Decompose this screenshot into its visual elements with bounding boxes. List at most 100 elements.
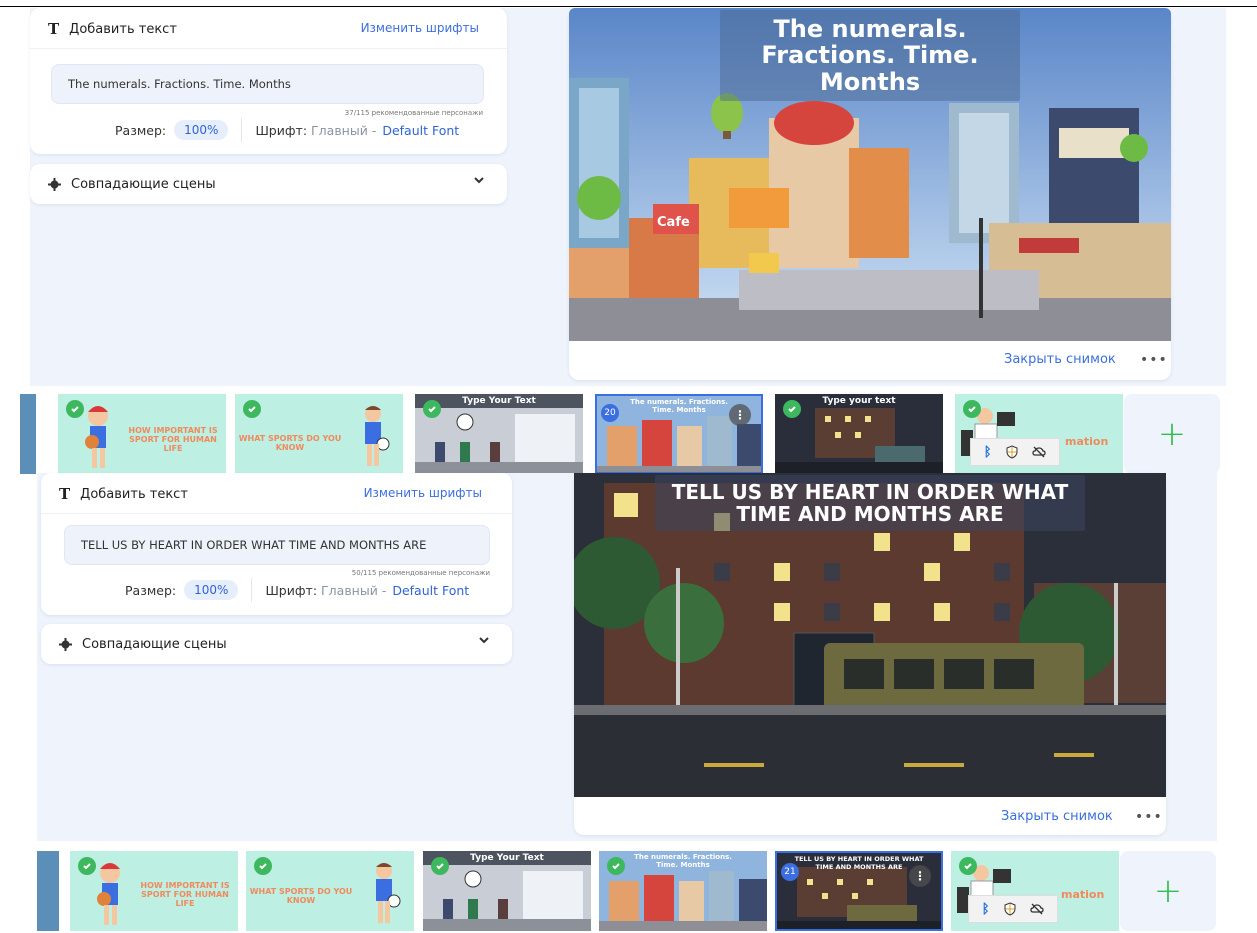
check-icon bbox=[423, 400, 441, 418]
scene-strip-1: HOW IMPORTANT IS SPORT FOR HUMAN LIFE WH… bbox=[20, 394, 1226, 474]
scene-thumb-numerals[interactable]: The numerals. Fractions. Time. Months bbox=[599, 851, 767, 931]
boy-with-ball-figure bbox=[376, 863, 401, 923]
preview-card: TELL US BY HEART IN ORDER WHAT TIME AND … bbox=[574, 473, 1166, 835]
add-scene-button[interactable]: + bbox=[1120, 851, 1216, 931]
bluetooth-icon[interactable]: ᛒ bbox=[982, 902, 990, 917]
scene-menu-button[interactable]: ⋮ bbox=[909, 865, 931, 887]
divider bbox=[41, 513, 512, 514]
matching-scenes-title: Совпадающие сцены bbox=[82, 637, 227, 652]
system-tray-popup: ᛒ bbox=[970, 438, 1060, 466]
scene-thumb-office[interactable]: Type Your Text bbox=[423, 851, 591, 931]
add-text-title: Добавить текст bbox=[69, 21, 177, 37]
size-value-button[interactable]: 100% bbox=[174, 120, 229, 140]
size-value-button[interactable]: 100% bbox=[184, 580, 239, 600]
scene-thumb-text: mation bbox=[1061, 888, 1105, 901]
scene-menu-button[interactable]: ⋮ bbox=[729, 404, 751, 426]
add-text-header: T Добавить текст bbox=[59, 485, 188, 503]
font-select[interactable]: Default Font bbox=[382, 123, 459, 138]
check-icon bbox=[607, 857, 625, 875]
change-fonts-link[interactable]: Изменить шрифты bbox=[361, 21, 479, 35]
matching-scenes-header: Совпадающие сцены bbox=[48, 177, 216, 192]
top-border bbox=[0, 6, 1257, 7]
font-select[interactable]: Default Font bbox=[392, 583, 469, 598]
shield-icon[interactable] bbox=[1003, 902, 1017, 916]
matching-scenes-header: Совпадающие сцены bbox=[59, 637, 227, 652]
more-options-button[interactable]: ••• bbox=[1140, 352, 1168, 368]
scene-thumb-sport-life[interactable]: HOW IMPORTANT IS SPORT FOR HUMAN LIFE bbox=[58, 394, 226, 474]
bluetooth-icon[interactable]: ᛒ bbox=[984, 445, 992, 460]
check-icon bbox=[66, 400, 84, 418]
add-text-header: T Добавить текст bbox=[48, 20, 177, 38]
scene-thumb-night-street[interactable]: Type your text bbox=[775, 394, 943, 474]
scene-text-input[interactable]: The numerals. Fractions. Time. Months bbox=[51, 64, 484, 104]
char-counter: 37/115 рекомендованные персонажи bbox=[344, 109, 483, 117]
more-options-button[interactable]: ••• bbox=[1135, 809, 1163, 825]
scene-number-badge: 20 bbox=[601, 404, 619, 422]
check-icon bbox=[254, 857, 272, 875]
check-icon bbox=[963, 400, 981, 418]
close-snapshot-button[interactable]: Закрыть снимок bbox=[1001, 809, 1113, 824]
font-settings-row: Размер: 100% Шрифт: Главный - Default Fo… bbox=[125, 578, 469, 602]
change-fonts-link[interactable]: Изменить шрифты bbox=[364, 486, 482, 500]
matching-scenes-title: Совпадающие сцены bbox=[71, 177, 216, 192]
scene-thumb-office[interactable]: Type Your Text bbox=[415, 394, 583, 474]
size-label: Размер: bbox=[125, 582, 177, 598]
matching-scenes-panel[interactable]: Совпадающие сцены bbox=[30, 164, 507, 204]
scene-editor-2: T Добавить текст Изменить шрифты TELL US… bbox=[37, 473, 1217, 841]
font-label: Шрифт: bbox=[265, 582, 318, 598]
scenes-icon bbox=[48, 178, 61, 191]
shield-icon[interactable] bbox=[1005, 445, 1019, 459]
scene-preview-image[interactable]: Cafe The numerals. Fractions. Time. Mont… bbox=[569, 8, 1171, 341]
cloud-offline-icon[interactable] bbox=[1030, 902, 1044, 916]
plus-icon: + bbox=[1157, 414, 1187, 454]
scene-thumb-text: HOW IMPORTANT IS SPORT FOR HUMAN LIFE bbox=[128, 426, 218, 454]
font-settings-row: Размер: 100% Шрифт: Главный - Default Fo… bbox=[115, 118, 459, 142]
font-main-label: Главный - bbox=[321, 582, 387, 598]
scene-thumb-partial[interactable] bbox=[20, 394, 36, 474]
scene-thumb-sports-know[interactable]: WHAT SPORTS DO YOU KNOW bbox=[235, 394, 403, 474]
text-icon: T bbox=[59, 485, 71, 503]
chevron-down-icon[interactable] bbox=[473, 174, 485, 186]
text-icon: T bbox=[48, 20, 60, 38]
chevron-down-icon[interactable] bbox=[478, 634, 490, 646]
scene-text-input[interactable]: TELL US BY HEART IN ORDER WHAT TIME AND … bbox=[64, 525, 490, 565]
scene-preview-image[interactable]: TELL US BY HEART IN ORDER WHAT TIME AND … bbox=[574, 473, 1166, 797]
scene-thumb-text: HOW IMPORTANT IS SPORT FOR HUMAN LIFE bbox=[140, 881, 230, 909]
scene-thumb-numerals-selected[interactable]: 20 The numerals. Fractions. Time. Months… bbox=[595, 394, 763, 474]
preview-card: Cafe The numerals. Fractions. Time. Mont… bbox=[569, 8, 1171, 380]
separator bbox=[251, 578, 253, 602]
preview-caption[interactable]: TELL US BY HEART IN ORDER WHAT TIME AND … bbox=[655, 475, 1085, 531]
add-scene-button[interactable]: + bbox=[1124, 394, 1220, 474]
scene-thumb-text: mation bbox=[1065, 435, 1109, 448]
system-tray-popup: ᛒ bbox=[968, 895, 1058, 923]
scene-thumb-sports-know[interactable]: WHAT SPORTS DO YOU KNOW bbox=[246, 851, 414, 931]
scene-number-badge: 21 bbox=[781, 863, 799, 881]
font-main-label: Главный - bbox=[311, 122, 377, 138]
check-icon bbox=[959, 857, 977, 875]
cloud-offline-icon[interactable] bbox=[1032, 445, 1046, 459]
scene-thumb-text: WHAT SPORTS DO YOU KNOW bbox=[238, 434, 342, 453]
scene-thumb-partial[interactable] bbox=[37, 851, 59, 931]
check-icon bbox=[78, 857, 96, 875]
separator bbox=[241, 118, 243, 142]
scene-thumb-sport-life[interactable]: HOW IMPORTANT IS SPORT FOR HUMAN LIFE bbox=[70, 851, 238, 931]
preview-caption[interactable]: The numerals. Fractions. Time. Months bbox=[720, 10, 1020, 102]
check-icon bbox=[431, 857, 449, 875]
scenes-icon bbox=[59, 638, 72, 651]
divider bbox=[30, 48, 507, 49]
add-text-panel: T Добавить текст Изменить шрифты The num… bbox=[30, 8, 507, 154]
scene-thumb-tell-us-selected[interactable]: 21 TELL US BY HEART IN ORDER WHAT TIME A… bbox=[775, 851, 943, 931]
scene-strip-2: HOW IMPORTANT IS SPORT FOR HUMAN LIFE WH… bbox=[30, 851, 1226, 931]
scene-thumb-text: WHAT SPORTS DO YOU KNOW bbox=[249, 887, 353, 906]
check-icon bbox=[243, 400, 261, 418]
add-text-panel: T Добавить текст Изменить шрифты TELL US… bbox=[41, 473, 512, 615]
plus-icon: + bbox=[1153, 871, 1183, 911]
close-snapshot-button[interactable]: Закрыть снимок bbox=[1004, 352, 1116, 367]
boy-with-ball-figure bbox=[365, 406, 390, 466]
font-label: Шрифт: bbox=[255, 122, 308, 138]
cafe-sign: Cafe bbox=[657, 215, 690, 230]
check-icon bbox=[783, 400, 801, 418]
scene-editor-1: T Добавить текст Изменить шрифты The num… bbox=[30, 8, 1226, 386]
matching-scenes-panel[interactable]: Совпадающие сцены bbox=[41, 624, 512, 664]
char-counter: 50/115 рекомендованные персонажи bbox=[351, 569, 490, 577]
